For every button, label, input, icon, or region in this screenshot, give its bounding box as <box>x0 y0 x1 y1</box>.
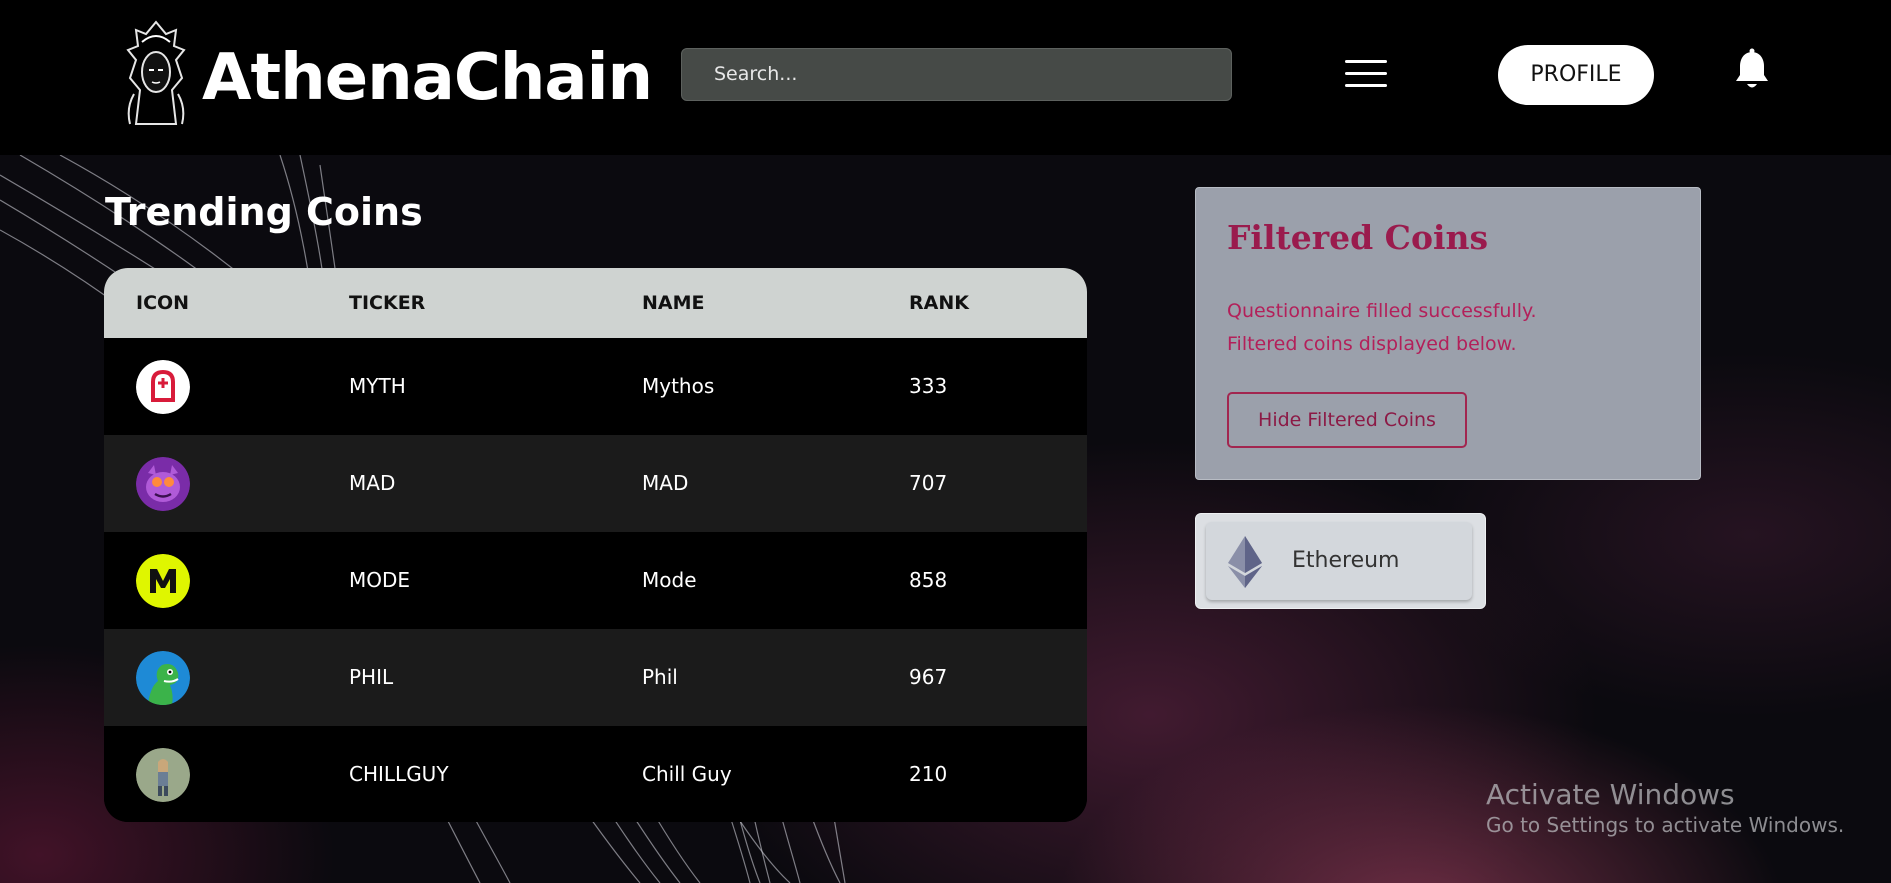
athena-logo-icon[interactable] <box>116 20 196 130</box>
coin-name: Chill Guy <box>642 762 732 786</box>
coin-ticker: MAD <box>349 471 396 495</box>
trending-coins-table: ICON TICKER NAME RANK MYTH Mythos 333 MA… <box>104 268 1087 822</box>
column-header-name: NAME <box>642 292 705 314</box>
filtered-coin-item[interactable]: Ethereum <box>1206 522 1472 600</box>
column-header-icon: ICON <box>136 292 190 314</box>
coin-ticker: PHIL <box>349 665 394 689</box>
coin-name: MAD <box>642 471 689 495</box>
profile-button[interactable]: PROFILE <box>1498 45 1654 105</box>
brand-name[interactable]: AthenaChain <box>202 38 653 118</box>
mad-coin-icon <box>136 457 190 511</box>
coin-rank: 333 <box>909 374 948 398</box>
table-row[interactable]: PHIL Phil 967 <box>104 629 1087 726</box>
coin-name: Phil <box>642 665 678 689</box>
table-header: ICON TICKER NAME RANK <box>104 268 1087 338</box>
chillguy-coin-icon <box>136 748 190 802</box>
top-navbar: AthenaChain Search... PROFILE <box>0 0 1891 155</box>
filtered-coin-name: Ethereum <box>1292 548 1400 573</box>
filtered-message-line1: Questionnaire filled successfully. <box>1227 300 1537 322</box>
table-row[interactable]: MODE Mode 858 <box>104 532 1087 629</box>
phil-coin-icon <box>136 651 190 705</box>
watermark-title: Activate Windows <box>1486 778 1735 811</box>
table-row[interactable]: CHILLGUY Chill Guy 210 <box>104 726 1087 822</box>
column-header-rank: RANK <box>909 292 969 314</box>
search-input[interactable]: Search... <box>681 48 1232 101</box>
menu-icon[interactable] <box>1345 58 1387 90</box>
coin-ticker: CHILLGUY <box>349 762 449 786</box>
filtered-coins-title: Filtered Coins <box>1227 218 1489 257</box>
coin-name: Mythos <box>642 374 715 398</box>
table-row[interactable]: MAD MAD 707 <box>104 435 1087 532</box>
filtered-message-line2: Filtered coins displayed below. <box>1227 333 1517 355</box>
watermark-subtitle: Go to Settings to activate Windows. <box>1486 813 1845 837</box>
mode-coin-icon <box>136 554 190 608</box>
coin-rank: 707 <box>909 471 948 495</box>
page-title: Trending Coins <box>105 190 423 234</box>
bell-icon[interactable] <box>1734 48 1770 92</box>
column-header-ticker: TICKER <box>349 292 426 314</box>
coin-name: Mode <box>642 568 697 592</box>
hide-filtered-coins-button[interactable]: Hide Filtered Coins <box>1227 392 1467 448</box>
coin-ticker: MODE <box>349 568 411 592</box>
mythos-coin-icon <box>136 360 190 414</box>
ethereum-icon <box>1228 536 1262 588</box>
windows-activation-watermark: Activate Windows Go to Settings to activ… <box>1486 778 1844 837</box>
coin-rank: 858 <box>909 568 948 592</box>
table-row[interactable]: MYTH Mythos 333 <box>104 338 1087 435</box>
filtered-coins-panel: Filtered Coins Questionnaire filled succ… <box>1195 187 1701 480</box>
coin-rank: 210 <box>909 762 948 786</box>
coin-rank: 967 <box>909 665 948 689</box>
coin-ticker: MYTH <box>349 374 406 398</box>
filtered-coin-card[interactable]: Ethereum <box>1195 513 1486 609</box>
